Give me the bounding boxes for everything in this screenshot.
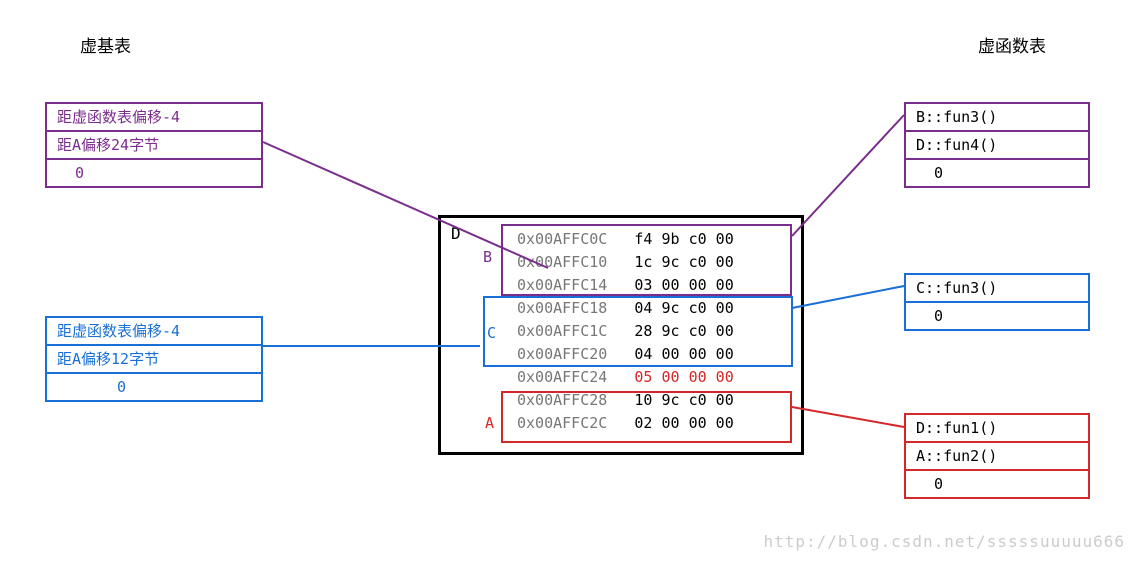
vf-red-r2: A::fun2() <box>905 442 1089 470</box>
memory-bytes: 1c 9c c0 00 <box>607 253 733 271</box>
memory-addr: 0x00AFFC18 <box>517 299 607 317</box>
sub-label-c: C <box>487 324 496 342</box>
vf-purple-r2: D::fun4() <box>905 131 1089 159</box>
vb-purple-row3: 0 <box>46 159 262 187</box>
memory-bytes: 04 9c c0 00 <box>607 299 733 317</box>
vb-blue-row2: 距A偏移12字节 <box>46 345 262 373</box>
memory-bytes: f4 9b c0 00 <box>607 230 733 248</box>
memory-block: D 0x00AFFC0C f4 9b c0 000x00AFFC10 1c 9c… <box>438 215 804 455</box>
memory-addr: 0x00AFFC2C <box>517 414 607 432</box>
memory-addr: 0x00AFFC0C <box>517 230 607 248</box>
watermark: http://blog.csdn.net/sssssuuuuu666 <box>763 532 1125 551</box>
vf-purple-r3: 0 <box>905 159 1089 187</box>
vf-blue-r1: C::fun3() <box>905 274 1089 302</box>
vf-table-blue: C::fun3() 0 <box>904 273 1090 331</box>
memory-row: 0x00AFFC24 05 00 00 00 <box>517 366 734 389</box>
sub-label-a: A <box>485 414 494 432</box>
vb-blue-row3: 0 <box>46 373 262 401</box>
memory-bytes: 05 00 00 00 <box>607 368 733 386</box>
memory-addr: 0x00AFFC20 <box>517 345 607 363</box>
vf-blue-r2: 0 <box>905 302 1089 330</box>
memory-rows: 0x00AFFC0C f4 9b c0 000x00AFFC10 1c 9c c… <box>517 228 734 435</box>
memory-row: 0x00AFFC0C f4 9b c0 00 <box>517 228 734 251</box>
memory-addr: 0x00AFFC10 <box>517 253 607 271</box>
vb-table-blue: 距虚函数表偏移-4 距A偏移12字节 0 <box>45 316 263 402</box>
heading-vf-table: 虚函数表 <box>978 32 1046 57</box>
memory-row: 0x00AFFC18 04 9c c0 00 <box>517 297 734 320</box>
memory-addr: 0x00AFFC28 <box>517 391 607 409</box>
memory-bytes: 03 00 00 00 <box>607 276 733 294</box>
memory-row: 0x00AFFC1C 28 9c c0 00 <box>517 320 734 343</box>
memory-addr: 0x00AFFC24 <box>517 368 607 386</box>
memory-label-d: D <box>451 224 461 243</box>
memory-addr: 0x00AFFC1C <box>517 322 607 340</box>
memory-row: 0x00AFFC28 10 9c c0 00 <box>517 389 734 412</box>
memory-addr: 0x00AFFC14 <box>517 276 607 294</box>
vb-purple-row2: 距A偏移24字节 <box>46 131 262 159</box>
memory-bytes: 04 00 00 00 <box>607 345 733 363</box>
vf-red-r3: 0 <box>905 470 1089 498</box>
memory-row: 0x00AFFC20 04 00 00 00 <box>517 343 734 366</box>
memory-row: 0x00AFFC14 03 00 00 00 <box>517 274 734 297</box>
vf-table-purple: B::fun3() D::fun4() 0 <box>904 102 1090 188</box>
vb-blue-row1: 距虚函数表偏移-4 <box>46 317 262 345</box>
sub-label-b: B <box>483 248 492 266</box>
heading-vb-table: 虚基表 <box>80 32 131 57</box>
memory-bytes: 02 00 00 00 <box>607 414 733 432</box>
memory-bytes: 28 9c c0 00 <box>607 322 733 340</box>
vb-table-purple: 距虚函数表偏移-4 距A偏移24字节 0 <box>45 102 263 188</box>
vf-table-red: D::fun1() A::fun2() 0 <box>904 413 1090 499</box>
vf-purple-r1: B::fun3() <box>905 103 1089 131</box>
memory-row: 0x00AFFC10 1c 9c c0 00 <box>517 251 734 274</box>
memory-bytes: 10 9c c0 00 <box>607 391 733 409</box>
memory-row: 0x00AFFC2C 02 00 00 00 <box>517 412 734 435</box>
vb-purple-row1: 距虚函数表偏移-4 <box>46 103 262 131</box>
vf-red-r1: D::fun1() <box>905 414 1089 442</box>
